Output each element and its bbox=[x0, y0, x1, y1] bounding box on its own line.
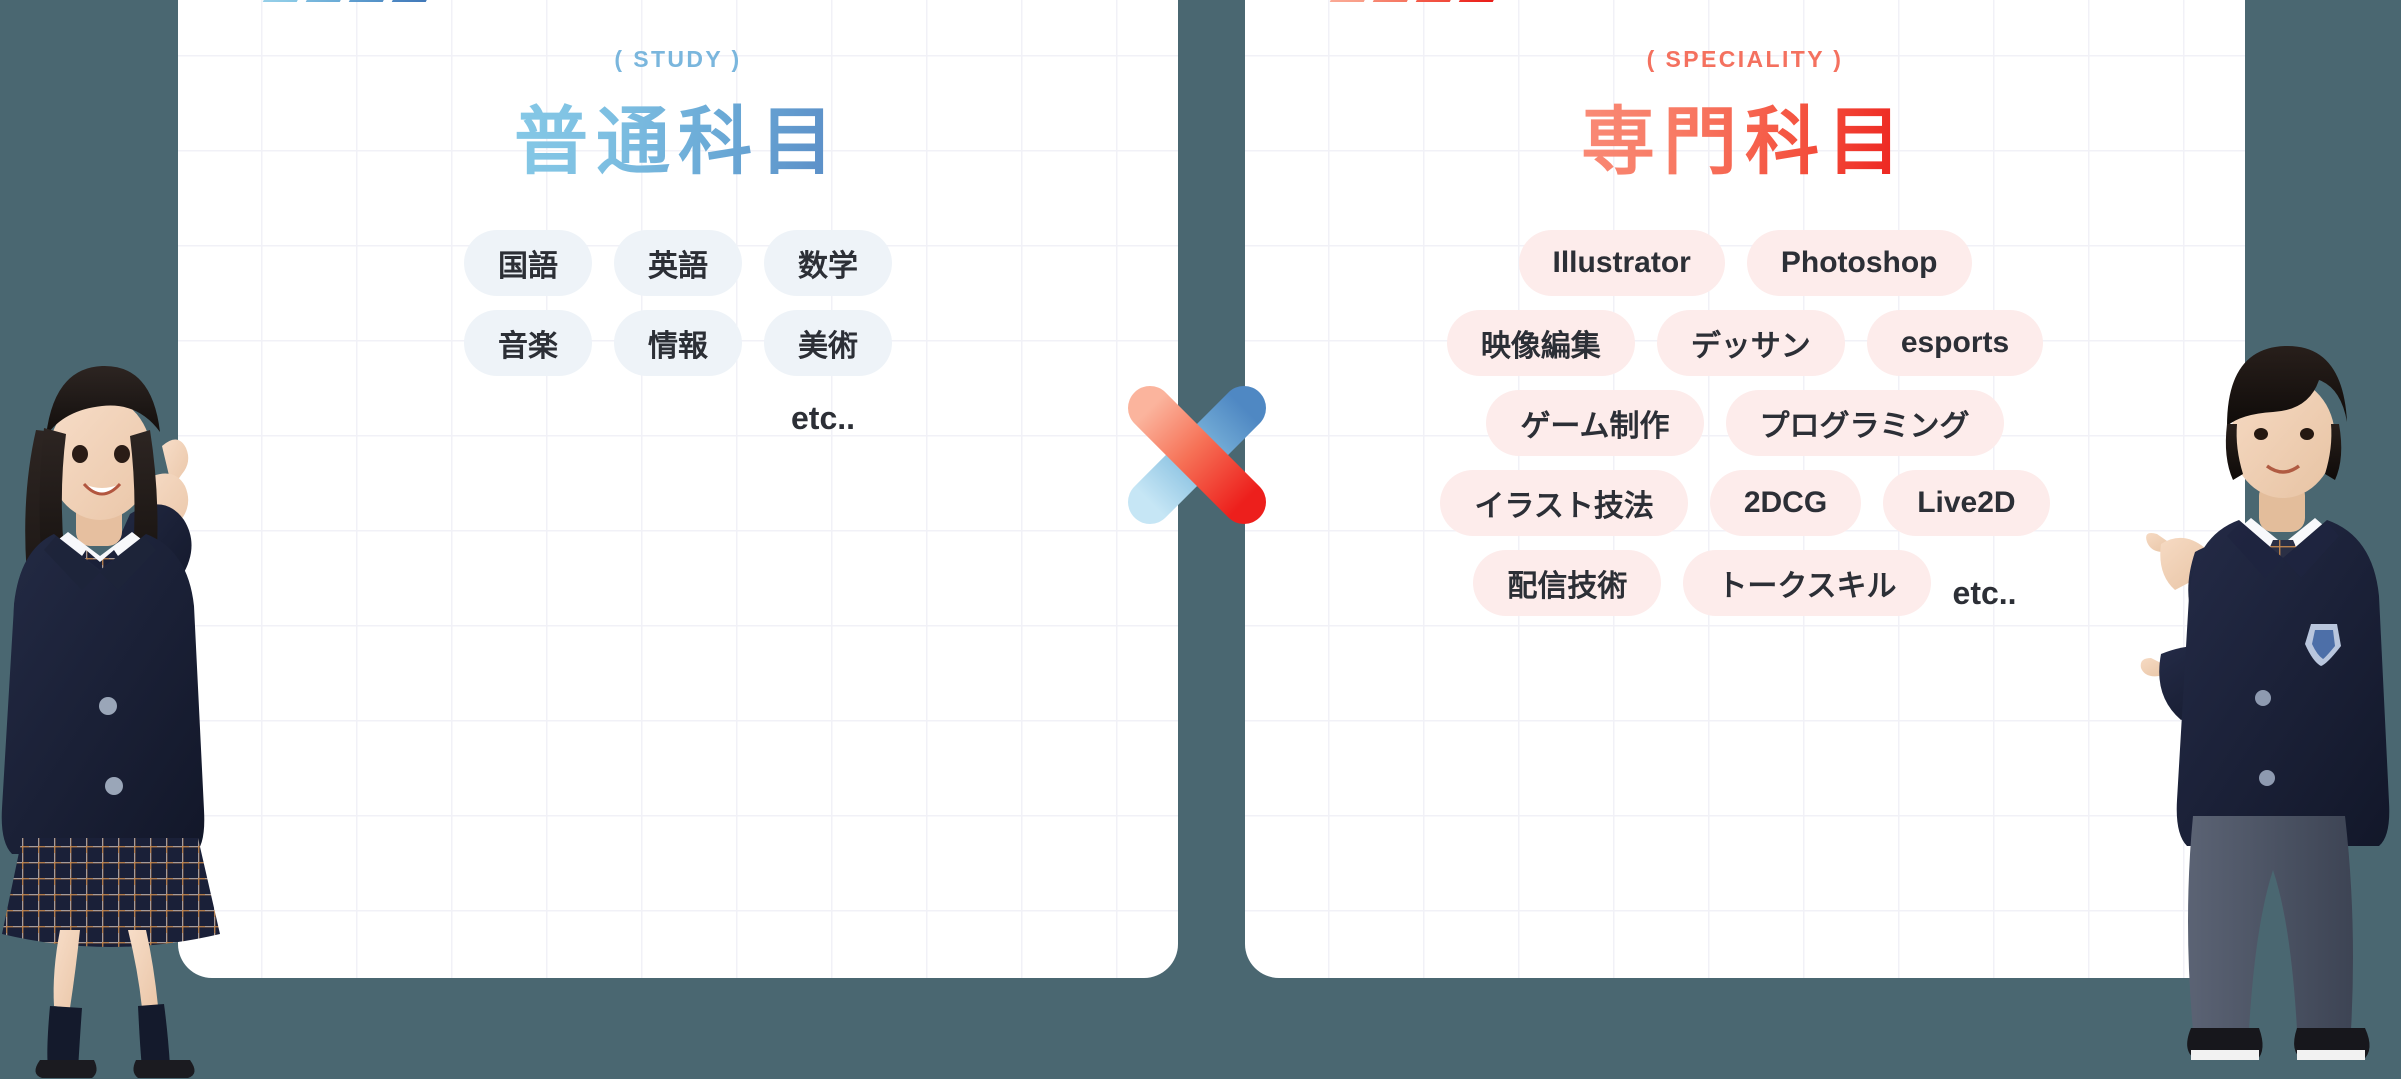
pill-row: 配信技術 トークスキル etc.. bbox=[1473, 549, 2017, 616]
blazer-left-student bbox=[1, 534, 205, 854]
subject-pill[interactable]: デッサン bbox=[1656, 309, 1845, 376]
card-speciality-content: ( SPECIALITY ) 専門科目 Illustrator Photosho… bbox=[1245, 0, 2245, 978]
pill-row: 映像編集 デッサン esports bbox=[1446, 309, 2044, 376]
pill-row: ゲーム制作 プログラミング bbox=[1486, 389, 2004, 456]
card-speciality: ( SPECIALITY ) 専門科目 Illustrator Photosho… bbox=[1245, 0, 2245, 978]
blazer-right-student bbox=[2176, 520, 2390, 846]
etc-label: etc.. bbox=[790, 399, 856, 436]
eyebrow-speciality: ( SPECIALITY ) bbox=[1646, 46, 1844, 72]
subject-pill[interactable]: 美術 bbox=[764, 309, 892, 376]
shoe bbox=[35, 1060, 97, 1078]
subject-pill[interactable]: 英語 bbox=[614, 229, 742, 296]
subject-pill[interactable]: 2DCG bbox=[1709, 469, 1862, 536]
heading-speciality: 専門科目 bbox=[1581, 100, 1909, 183]
card-study: ( STUDY ) 普通科目 国語 英語 数学 音楽 情報 美術 etc.. bbox=[178, 0, 1178, 978]
subject-pill[interactable]: 国語 bbox=[464, 229, 592, 296]
eyebrow-study: ( STUDY ) bbox=[614, 46, 742, 72]
subject-pill[interactable]: 映像編集 bbox=[1446, 309, 1635, 376]
eye-right bbox=[114, 445, 130, 463]
subject-pill[interactable]: 数学 bbox=[764, 229, 892, 296]
subject-pill[interactable]: Photoshop bbox=[1746, 229, 1972, 296]
cross-multiply-symbol bbox=[1122, 380, 1272, 530]
student-photo-left bbox=[0, 318, 260, 1079]
blazer-button bbox=[99, 697, 117, 715]
student-photo-right bbox=[2135, 306, 2401, 1079]
trousers bbox=[2188, 816, 2353, 1030]
subject-pill[interactable]: イラスト技法 bbox=[1440, 469, 1688, 536]
subject-pill[interactable]: ゲーム制作 bbox=[1486, 389, 1704, 456]
etc-label: etc.. bbox=[1952, 574, 2017, 611]
subject-pill[interactable]: トークスキル bbox=[1683, 549, 1931, 616]
etc-row-study: etc.. bbox=[791, 400, 855, 437]
subject-pill-rows-study: 国語 英語 数学 音楽 情報 美術 etc.. bbox=[178, 229, 1178, 437]
blazer-button bbox=[105, 777, 123, 795]
pill-row: Illustrator Photoshop bbox=[1518, 229, 1972, 296]
subject-pill[interactable]: esports bbox=[1866, 309, 2044, 376]
subject-pill[interactable]: 情報 bbox=[614, 309, 742, 376]
pill-row: 音楽 情報 美術 bbox=[464, 309, 892, 376]
page-root: ( STUDY ) 普通科目 国語 英語 数学 音楽 情報 美術 etc.. (… bbox=[0, 0, 2401, 1079]
eye-left bbox=[72, 445, 88, 463]
knee-sock bbox=[138, 1004, 170, 1068]
subject-pill[interactable]: Illustrator bbox=[1518, 229, 1725, 296]
pill-row: イラスト技法 2DCG Live2D bbox=[1440, 469, 2050, 536]
pill-row: 国語 英語 数学 bbox=[464, 229, 892, 296]
blazer-button bbox=[2259, 770, 2275, 786]
subject-pill[interactable]: 音楽 bbox=[464, 309, 592, 376]
card-study-content: ( STUDY ) 普通科目 国語 英語 数学 音楽 情報 美術 etc.. bbox=[178, 0, 1178, 978]
eye-left bbox=[2254, 428, 2268, 440]
subject-pill-rows-speciality: Illustrator Photoshop 映像編集 デッサン esports … bbox=[1245, 229, 2245, 616]
subject-pill[interactable]: 配信技術 bbox=[1473, 549, 1662, 616]
shoe bbox=[133, 1060, 195, 1078]
heading-study: 普通科目 bbox=[514, 100, 842, 183]
eye-right bbox=[2300, 428, 2314, 440]
subject-pill[interactable]: Live2D bbox=[1883, 469, 2050, 536]
subject-pill[interactable]: プログラミング bbox=[1725, 389, 2004, 456]
blazer-button bbox=[2255, 690, 2271, 706]
plaid-skirt bbox=[2, 838, 220, 947]
